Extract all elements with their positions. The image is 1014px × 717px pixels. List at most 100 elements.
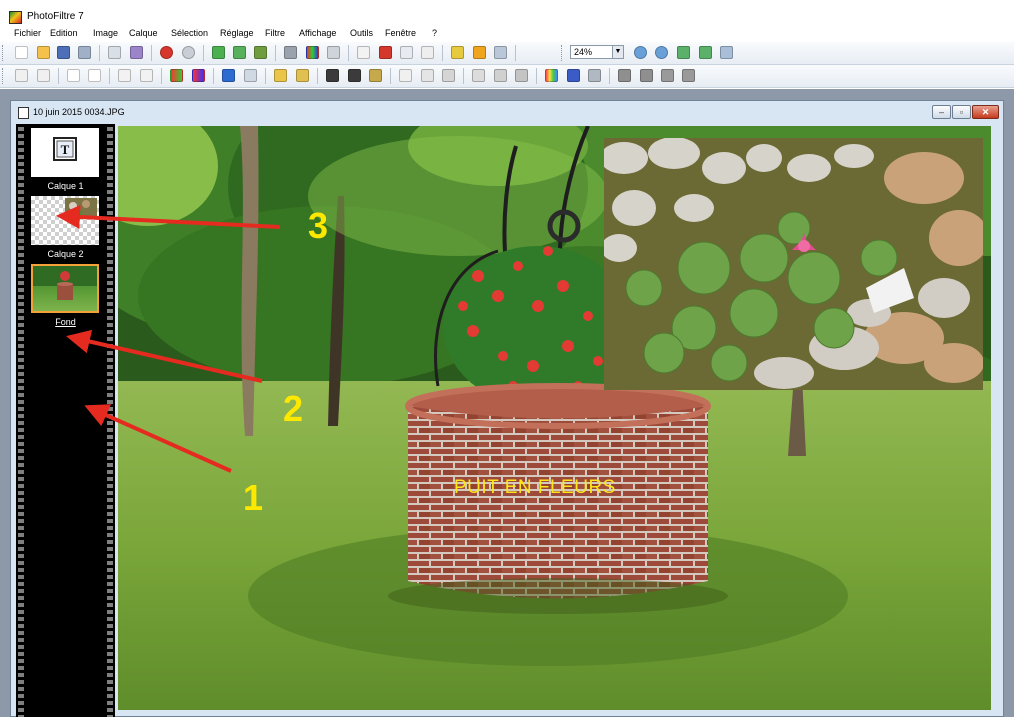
new-file-icon[interactable] (15, 46, 28, 59)
flip-icon[interactable] (357, 46, 370, 59)
paste-new-icon[interactable] (254, 46, 267, 59)
saturation-up-icon[interactable] (192, 69, 205, 82)
paste-icon[interactable] (233, 46, 246, 59)
chevron-down-icon[interactable]: ▼ (612, 46, 623, 58)
flip-vertical-icon[interactable] (640, 69, 653, 82)
redo-icon[interactable] (182, 46, 195, 59)
fullscreen-icon[interactable] (494, 46, 507, 59)
layer-thumb-fond[interactable] (31, 264, 99, 313)
blur-icon[interactable] (399, 69, 412, 82)
zoom-in-icon[interactable] (634, 46, 647, 59)
annotation-number-1: 1 (243, 477, 264, 518)
brightness-down-icon[interactable] (15, 69, 28, 82)
sepia-icon[interactable] (369, 69, 382, 82)
toolbar-separator (442, 45, 443, 61)
open-folder-icon[interactable] (37, 46, 50, 59)
auto-contrast-icon[interactable] (296, 69, 309, 82)
menu-calque[interactable]: Calque (129, 28, 158, 38)
image-canvas[interactable]: PUIT EN FLEURS (118, 126, 991, 710)
canvas-size-icon[interactable] (327, 46, 340, 59)
contrast-up-icon[interactable] (88, 69, 101, 82)
layer-thumb-calque-2[interactable] (31, 196, 99, 245)
toolbar-separator (109, 68, 110, 84)
text-tool-icon[interactable] (421, 46, 434, 59)
saturation-down-icon[interactable] (170, 69, 183, 82)
plugin-icon[interactable] (473, 46, 486, 59)
rotate-left-icon[interactable] (661, 69, 674, 82)
auto-levels-icon[interactable] (274, 69, 287, 82)
menu-outils[interactable]: Outils (350, 28, 373, 38)
toolbar-separator (265, 68, 266, 84)
grayscale-icon[interactable] (588, 69, 601, 82)
toolbar-separator (609, 68, 610, 84)
levels-icon[interactable] (222, 69, 235, 82)
toolbar-separator (348, 45, 349, 61)
menu-fichier[interactable]: Fichier (14, 28, 41, 38)
copy-icon[interactable] (212, 46, 225, 59)
menu-selection[interactable]: Sélection (171, 28, 208, 38)
layer-label-calque-2: Calque 2 (47, 249, 84, 259)
fit-window-icon[interactable] (677, 46, 690, 59)
layer-preview (65, 198, 97, 218)
gamma-down-icon[interactable] (118, 69, 131, 82)
print-icon[interactable] (108, 46, 121, 59)
menu-image[interactable]: Image (93, 28, 118, 38)
relief-icon[interactable] (494, 69, 507, 82)
equalize-icon[interactable] (244, 69, 257, 82)
menu-filtre[interactable]: Filtre (265, 28, 285, 38)
pond-photo (604, 138, 983, 390)
emboss-icon[interactable] (472, 69, 485, 82)
toolbar-separator (151, 45, 152, 61)
layer-thumb-calque-1[interactable]: T (31, 128, 99, 177)
menu-affichage[interactable]: Affichage (299, 28, 336, 38)
image-size-icon[interactable] (284, 46, 297, 59)
document-icon (18, 107, 29, 119)
save-as-icon[interactable] (78, 46, 91, 59)
toolbar-grip[interactable] (2, 68, 6, 84)
undo-icon[interactable] (160, 46, 173, 59)
pond-layer-image[interactable] (604, 138, 983, 390)
menu-edition[interactable]: Edition (50, 28, 78, 38)
zoom-select[interactable]: 24% ▼ (570, 45, 624, 59)
select-area-icon[interactable] (400, 46, 413, 59)
film-perforation (107, 124, 113, 717)
zoom-out-icon[interactable] (655, 46, 668, 59)
toolbar-grip[interactable] (561, 45, 565, 61)
close-button[interactable]: ✕ (972, 105, 999, 119)
toolbar-separator (275, 45, 276, 61)
document-title: 10 juin 2015 0034.JPG (33, 107, 125, 117)
filter-toolbar (0, 65, 1014, 88)
window-icon[interactable] (720, 46, 733, 59)
contour-icon[interactable] (515, 69, 528, 82)
save-icon[interactable] (57, 46, 70, 59)
menu-reglage[interactable]: Réglage (220, 28, 254, 38)
toolbar-grip[interactable] (2, 45, 6, 61)
menu-help[interactable]: ? (432, 28, 437, 38)
annotation-number-2: 2 (283, 388, 304, 429)
menu-fenetre[interactable]: Fenêtre (385, 28, 416, 38)
actual-size-icon[interactable] (699, 46, 712, 59)
toolbar-separator (317, 68, 318, 84)
hue-icon[interactable] (545, 69, 558, 82)
layer-label-calque-1: Calque 1 (47, 181, 84, 191)
pixelate-icon[interactable] (348, 69, 361, 82)
toolbar-separator (161, 68, 162, 84)
mosaic-icon[interactable] (326, 69, 339, 82)
sharpen-more-icon[interactable] (442, 69, 455, 82)
scan-icon[interactable] (130, 46, 143, 59)
contrast-down-icon[interactable] (67, 69, 80, 82)
automation-icon[interactable] (451, 46, 464, 59)
maximize-button[interactable]: ▫ (952, 105, 971, 119)
color-balance-icon[interactable] (567, 69, 580, 82)
flip-horizontal-icon[interactable] (618, 69, 631, 82)
rotate-right-icon[interactable] (682, 69, 695, 82)
color-palette-icon[interactable] (306, 46, 319, 59)
layer-text-overlay: PUIT EN FLEURS (454, 477, 616, 498)
gamma-up-icon[interactable] (140, 69, 153, 82)
crop-icon[interactable] (379, 46, 392, 59)
brightness-up-icon[interactable] (37, 69, 50, 82)
app-title: PhotoFiltre 7 (27, 11, 84, 22)
minimize-button[interactable]: ‒ (932, 105, 951, 119)
sharpen-icon[interactable] (421, 69, 434, 82)
film-perforation (18, 124, 24, 717)
